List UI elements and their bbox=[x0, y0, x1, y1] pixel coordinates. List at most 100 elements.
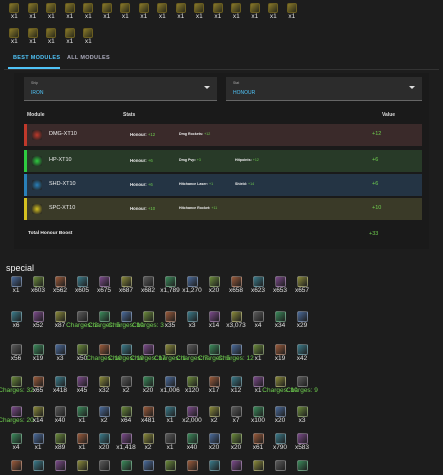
special-item[interactable]: x45 bbox=[71, 376, 93, 395]
special-item[interactable]: x653 bbox=[269, 276, 291, 295]
special-item[interactable]: x1 bbox=[27, 433, 49, 452]
special-item[interactable]: x52 bbox=[27, 311, 49, 330]
special-item[interactable]: x20 bbox=[93, 433, 115, 452]
special-item[interactable]: x1,006 bbox=[159, 376, 181, 395]
special-item[interactable]: x120 bbox=[181, 376, 203, 395]
inventory-item[interactable]: x1 bbox=[153, 3, 172, 21]
special-item[interactable]: x1 bbox=[71, 433, 93, 452]
special-item[interactable]: x687 bbox=[115, 276, 137, 295]
special-item[interactable]: x481 bbox=[137, 406, 159, 425]
special-item[interactable]: x89 bbox=[49, 433, 71, 452]
special-item[interactable]: Charges: 32 bbox=[0, 376, 34, 395]
special-item[interactable]: x1 bbox=[159, 406, 181, 425]
inventory-item[interactable]: x1 bbox=[283, 3, 302, 21]
special-item[interactable]: x2 bbox=[93, 406, 115, 425]
special-item[interactable]: x657 bbox=[291, 276, 313, 295]
inventory-item[interactable]: x1 bbox=[209, 3, 228, 21]
tab-all-modules[interactable]: ALL MODULES bbox=[67, 55, 110, 61]
special-item[interactable]: x12 bbox=[225, 376, 247, 395]
special-item[interactable]: x3 bbox=[49, 344, 71, 363]
special-item[interactable]: x14 bbox=[203, 311, 225, 330]
special-item[interactable]: x2,000 bbox=[181, 406, 203, 425]
module-row[interactable]: SPC-XT10 Honour: +10 Hitchance Rocket: +11… bbox=[24, 198, 422, 220]
special-item[interactable]: x3 bbox=[181, 311, 203, 330]
inventory-item[interactable]: x1 bbox=[61, 3, 80, 21]
inventory-item[interactable]: x1 bbox=[172, 3, 191, 21]
special-item[interactable]: x605 bbox=[71, 276, 93, 295]
tab-best-modules[interactable]: BEST MODULES bbox=[13, 55, 60, 61]
inventory-item[interactable]: x1 bbox=[227, 3, 246, 21]
special-item[interactable]: x64 bbox=[115, 406, 137, 425]
special-item[interactable]: Charges: 3 bbox=[132, 311, 164, 330]
special-item[interactable]: x19 bbox=[27, 344, 49, 363]
inventory-item[interactable]: x1 bbox=[42, 3, 61, 21]
special-item[interactable]: x20 bbox=[137, 376, 159, 395]
special-item[interactable]: x2 bbox=[115, 376, 137, 395]
special-item[interactable]: x4 bbox=[5, 433, 27, 452]
special-item[interactable]: x2 bbox=[203, 406, 225, 425]
special-item[interactable]: x2 bbox=[137, 433, 159, 452]
special-item[interactable]: x32 bbox=[93, 376, 115, 395]
inventory-item[interactable]: x1 bbox=[24, 28, 43, 46]
special-item[interactable]: x34 bbox=[269, 311, 291, 330]
inventory-item[interactable]: x1 bbox=[135, 3, 154, 21]
special-item[interactable] bbox=[159, 460, 181, 471]
special-item[interactable] bbox=[93, 460, 115, 471]
special-item[interactable] bbox=[115, 460, 137, 471]
special-item[interactable]: x61 bbox=[247, 433, 269, 452]
inventory-item[interactable]: x1 bbox=[264, 3, 283, 21]
special-item[interactable]: x682 bbox=[137, 276, 159, 295]
special-item[interactable]: x7 bbox=[225, 406, 247, 425]
inventory-item[interactable]: x1 bbox=[5, 28, 24, 46]
inventory-item[interactable]: x1 bbox=[116, 3, 135, 21]
special-item[interactable]: x14 bbox=[27, 406, 49, 425]
special-item[interactable]: x40 bbox=[181, 433, 203, 452]
special-item[interactable]: x20 bbox=[269, 406, 291, 425]
special-item[interactable]: x17 bbox=[203, 376, 225, 395]
special-item[interactable] bbox=[27, 460, 49, 471]
special-item[interactable] bbox=[71, 460, 93, 471]
module-row[interactable]: SHD-XT10 Honour: +6 Hitchance Laser: +1 Shi… bbox=[24, 174, 422, 196]
special-item[interactable]: x29 bbox=[291, 311, 313, 330]
special-item[interactable]: x562 bbox=[49, 276, 71, 295]
special-item[interactable]: x1 bbox=[247, 344, 269, 363]
special-item[interactable]: x1,789 bbox=[159, 276, 181, 295]
special-item[interactable]: x790 bbox=[269, 433, 291, 452]
special-item[interactable]: x603 bbox=[27, 276, 49, 295]
special-item[interactable]: x20 bbox=[225, 433, 247, 452]
special-item[interactable]: x35 bbox=[159, 311, 181, 330]
special-item[interactable]: x1,270 bbox=[181, 276, 203, 295]
special-item[interactable]: x1 bbox=[5, 276, 27, 295]
special-item[interactable]: x6 bbox=[5, 311, 27, 330]
module-row[interactable]: DMG-XT10 Honour: +12 Dmg Rockets: +12 +12 bbox=[24, 124, 422, 146]
special-item[interactable]: x1 bbox=[159, 433, 181, 452]
special-item[interactable]: Charges: 9 bbox=[286, 376, 318, 395]
special-item[interactable]: x20 bbox=[203, 433, 225, 452]
special-item[interactable]: x1,418 bbox=[115, 433, 137, 452]
special-item[interactable]: Charges: 20 bbox=[0, 406, 34, 425]
special-item[interactable] bbox=[291, 460, 313, 471]
ship-select[interactable]: Ship IRON bbox=[24, 77, 217, 101]
inventory-item[interactable]: x1 bbox=[24, 3, 43, 21]
special-item[interactable] bbox=[203, 460, 225, 471]
inventory-item[interactable]: x1 bbox=[98, 3, 117, 21]
special-item[interactable]: x20 bbox=[203, 276, 225, 295]
inventory-item[interactable]: x1 bbox=[190, 3, 209, 21]
inventory-item[interactable]: x1 bbox=[79, 3, 98, 21]
inventory-item[interactable]: x1 bbox=[5, 3, 24, 21]
special-item[interactable]: x1 bbox=[71, 406, 93, 425]
special-item[interactable]: x56 bbox=[5, 344, 27, 363]
special-item[interactable]: x658 bbox=[225, 276, 247, 295]
inventory-item[interactable]: x1 bbox=[79, 28, 98, 46]
special-item[interactable]: x418 bbox=[49, 376, 71, 395]
special-item[interactable]: x675 bbox=[93, 276, 115, 295]
special-item[interactable] bbox=[247, 460, 269, 471]
special-item[interactable]: x3 bbox=[291, 406, 313, 425]
inventory-item[interactable]: x1 bbox=[42, 28, 61, 46]
special-item[interactable]: x42 bbox=[291, 344, 313, 363]
special-item[interactable]: x100 bbox=[247, 406, 269, 425]
special-item[interactable]: x4 bbox=[247, 311, 269, 330]
special-item[interactable]: x583 bbox=[291, 433, 313, 452]
special-item[interactable]: x65 bbox=[27, 376, 49, 395]
special-item[interactable]: Charges: 12 bbox=[218, 344, 254, 363]
